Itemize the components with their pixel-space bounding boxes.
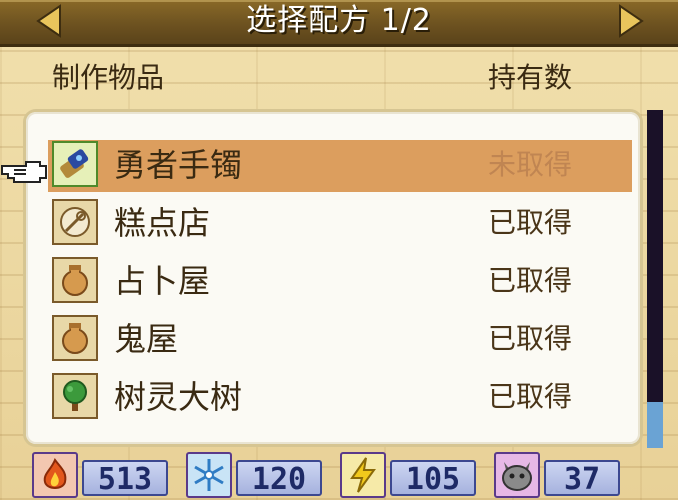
fire-icon [32,452,78,498]
fire-resource-value: 513 [82,460,168,497]
scrollbar[interactable] [647,110,663,448]
recipe-status: 已取得 [488,206,573,239]
pointing-hand-icon [0,156,48,186]
recipe-name: 占卜屋 [114,262,211,300]
resource-bar: 513 120 105 37 [0,452,678,500]
recipe-row-brave-bracelet[interactable]: 勇者手镯 未取得 [48,140,632,192]
recipe-status: 已取得 [488,264,573,297]
recipe-status: 未取得 [488,148,573,181]
header-bar: 选择配方 1/2 [0,0,678,47]
vase-icon [52,257,98,303]
column-header-count: 持有数 [488,61,573,94]
arrow-right-icon [619,4,644,38]
recipe-name: 鬼屋 [114,320,179,358]
recipe-name: 勇者手镯 [114,146,243,184]
cake-shop-icon [52,199,98,245]
scrollbar-thumb[interactable] [647,402,663,448]
column-header-item: 制作物品 [52,61,165,94]
next-page-button[interactable] [610,2,650,40]
monster-icon [494,452,540,498]
page-title: 选择配方 1/2 [246,3,432,38]
recipe-status: 已取得 [488,380,573,413]
lightning-icon [340,452,386,498]
monster-resource-value: 37 [544,460,620,497]
recipe-row-fortune-house[interactable]: 占卜屋 已取得 [48,256,632,308]
ice-resource-value: 120 [236,460,322,497]
tree-icon [52,373,98,419]
recipe-status: 已取得 [488,322,573,355]
snowflake-icon [186,452,232,498]
recipe-row-cake-shop[interactable]: 糕点店 已取得 [48,198,632,250]
vase-icon [52,315,98,361]
bracelet-icon [52,141,98,187]
recipe-row-spirit-tree[interactable]: 树灵大树 已取得 [48,372,632,424]
recipe-name: 树灵大树 [114,378,243,416]
recipe-row-haunted-house[interactable]: 鬼屋 已取得 [48,314,632,366]
recipe-name: 糕点店 [114,204,211,242]
lightning-resource-value: 105 [390,460,476,497]
